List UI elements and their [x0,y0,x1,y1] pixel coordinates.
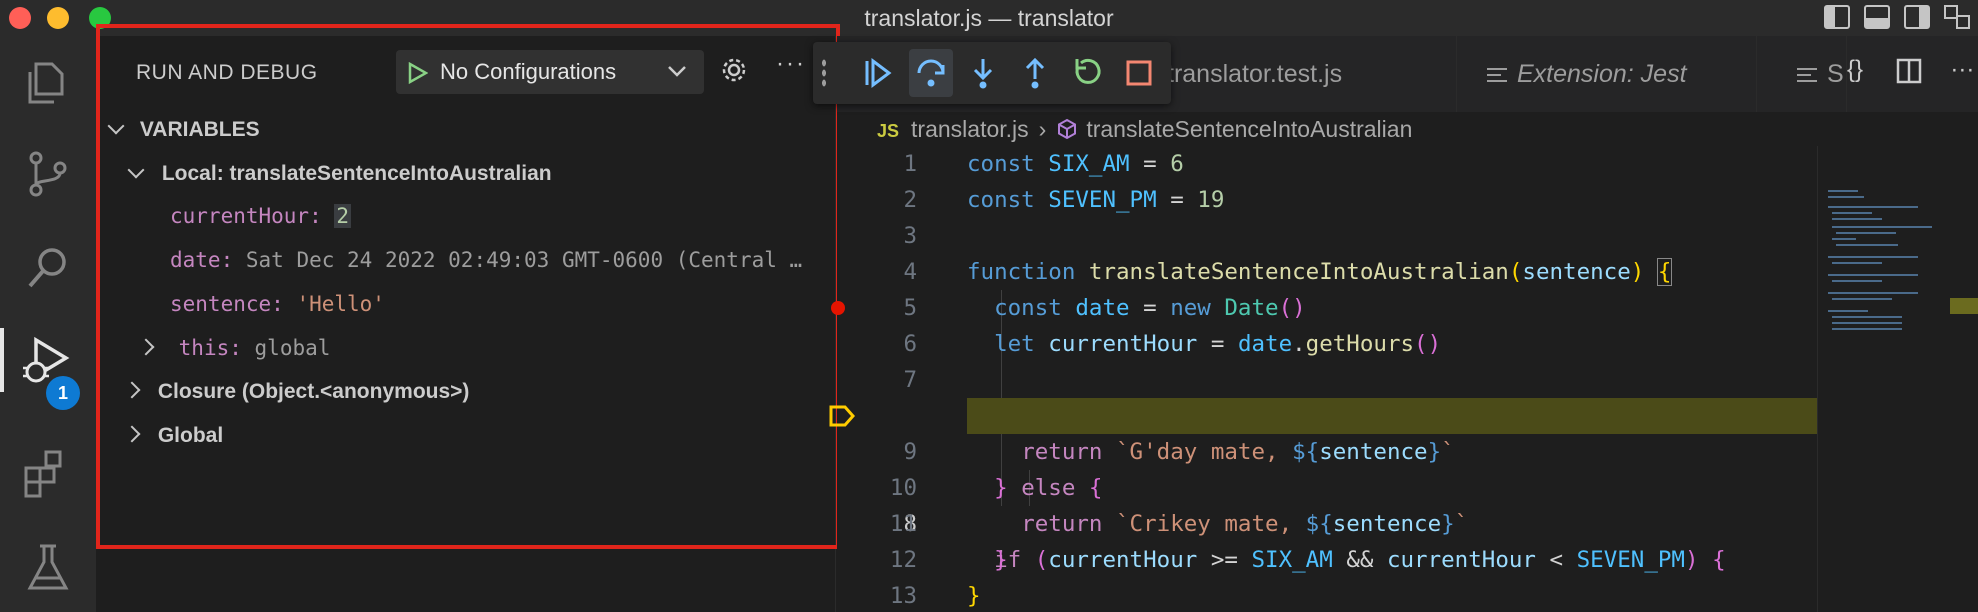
restart-icon[interactable] [1069,55,1105,91]
start-debugging-icon[interactable] [408,62,428,84]
debug-session-badge: 1 [46,376,80,410]
tab-extension-jest[interactable]: Extension: Jest [1457,36,1757,112]
code-line: 12 } [889,547,1008,573]
chevron-down-icon [668,66,686,77]
toggle-secondary-sidebar-icon[interactable] [1904,5,1930,29]
panel-title: RUN AND DEBUG [136,61,318,84]
current-execution-line: 8 if (currentHour >= SIX_AM && currentHo… [829,398,1817,573]
code-line: 13} [889,583,981,609]
debug-toolbar [813,42,1171,104]
extensions-icon[interactable] [20,446,76,502]
scope-global[interactable]: Global [123,424,223,448]
activity-bar: 1 [0,36,96,612]
more-actions-icon[interactable]: ··· [1950,56,1974,83]
code-line: 6 let currentHour = date.getHours() [903,331,1442,357]
preview-icon [1487,64,1507,86]
current-line-highlight [967,398,1817,434]
chevron-right-icon [123,425,141,443]
chevron-right-icon [123,381,141,399]
configuration-label: No Configurations [440,59,617,84]
editor-actions: {} ··· [1847,56,1974,84]
search-icon[interactable] [20,240,76,296]
code-line: 10 } else { [889,475,1103,501]
variable-currentHour[interactable]: currentHour: 2 [170,204,352,228]
tab-settings[interactable]: S [1757,36,1847,112]
code-line: 4 function translateSentenceIntoAustralia… [903,258,1673,286]
testing-icon[interactable] [20,540,76,596]
code-line: 3 [903,223,917,249]
stop-icon[interactable] [1121,55,1157,91]
variables-section-header[interactable]: VARIABLES [107,117,260,142]
source-control-icon[interactable] [20,146,76,202]
drag-handle[interactable] [821,58,827,88]
minimap[interactable] [1817,146,1978,612]
breadcrumb-symbol[interactable]: translateSentenceIntoAustralian [1086,116,1412,142]
javascript-file-icon: JS [877,121,900,141]
explorer-icon[interactable] [20,54,76,110]
preview-icon [1797,64,1817,86]
method-cube-icon [1058,118,1077,140]
tab-translator-test[interactable]: translator.test.js [1167,36,1457,112]
more-actions-icon[interactable]: ··· [776,50,806,78]
code-line: 2 const SEVEN_PM = 19 [903,187,1225,213]
code-line: 5 const date = new Date() [831,290,1817,326]
step-out-icon[interactable] [1017,55,1053,91]
title-bar: translator.js — translator [0,0,1978,36]
window-title: translator.js — translator [864,5,1114,31]
step-over-icon[interactable] [913,55,949,91]
scope-local[interactable]: Local: translateSentenceIntoAustralian [127,161,552,186]
execution-pointer-icon [829,405,855,427]
configuration-dropdown[interactable]: No Configurations [396,50,704,94]
code-line: 1 const SIX_AM = 6 [903,151,1184,177]
variable-this[interactable]: this: global [137,336,330,360]
variable-sentence[interactable]: sentence: 'Hello' [170,292,385,316]
minimap-current-line [1950,298,1978,314]
breadcrumb: JS translator.js › translateSentenceIntoAus… [877,116,1412,143]
run-and-debug-panel: RUN AND DEBUG No Configurations ··· VARI… [96,36,836,612]
toggle-panel-icon[interactable] [1864,5,1890,29]
breakpoint-icon[interactable] [831,301,845,315]
gear-icon[interactable] [720,56,748,84]
code-line: 9 return `G'day mate, ${sentence}` [903,439,1455,465]
chevron-right-icon: › [1038,116,1047,142]
customize-layout-icon[interactable] [1944,5,1970,29]
variable-date[interactable]: date: Sat Dec 24 2022 02:49:03 GMT-0600 … [170,248,830,272]
toggle-primary-sidebar-icon[interactable] [1824,5,1850,29]
breadcrumb-file[interactable]: translator.js [911,116,1029,142]
code-line: 11 return `Crikey mate, ${sentence}` [889,511,1469,537]
chevron-down-icon [127,161,145,179]
code-line: 7 [903,367,917,393]
active-indicator [0,328,4,392]
scope-closure[interactable]: Closure (Object.<anonymous>) [123,380,469,404]
continue-icon[interactable] [859,55,895,91]
split-editor-icon[interactable] [1896,58,1922,84]
chevron-down-icon [107,117,125,135]
step-into-icon[interactable] [965,55,1001,91]
editor-area: translator.test.js Extension: Jest S {} … [813,36,1978,612]
chevron-right-icon [137,338,155,356]
json-braces-icon[interactable]: {} [1847,56,1863,83]
layout-controls [1824,5,1970,29]
